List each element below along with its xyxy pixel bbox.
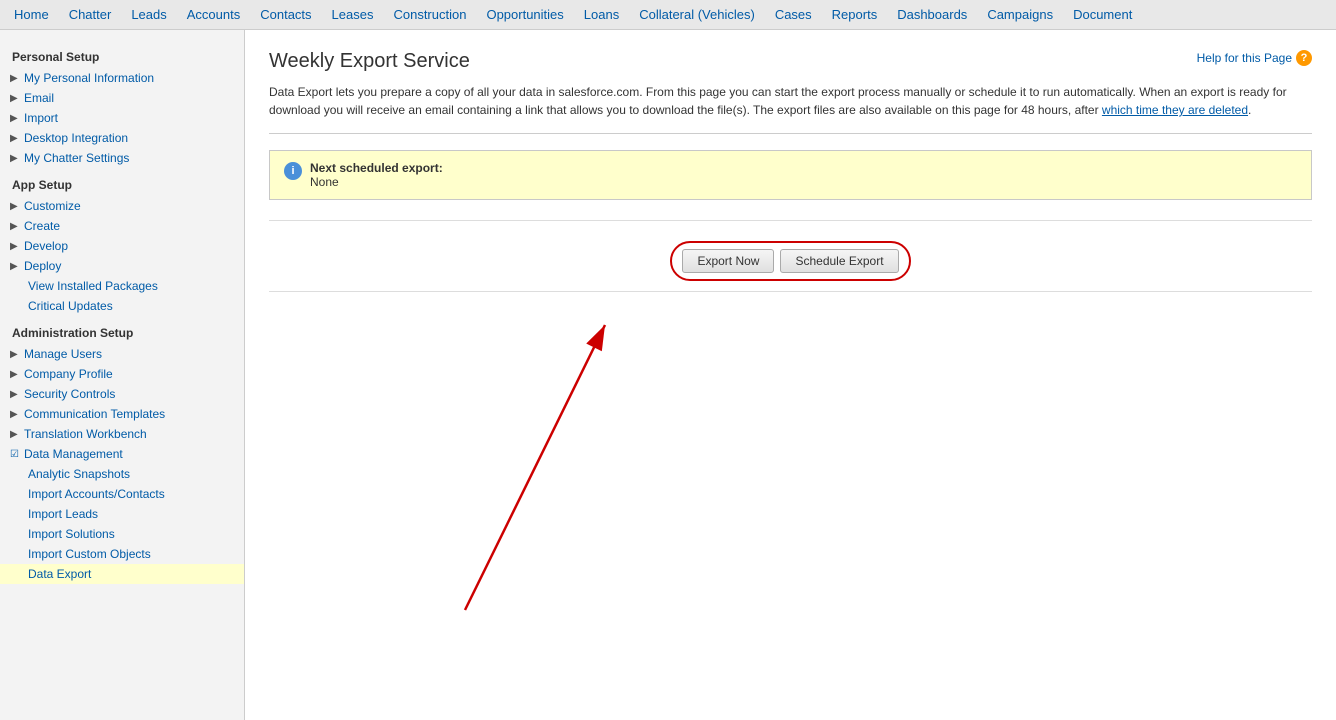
expand-arrow: ▶: [10, 349, 24, 360]
sidebar-label: Email: [24, 91, 54, 105]
content-area: Weekly Export Service Help for this Page…: [245, 30, 1336, 720]
expand-arrow: ▶: [10, 241, 24, 252]
nav-item-accounts[interactable]: Accounts: [177, 3, 250, 26]
sidebar-label: Develop: [24, 239, 68, 253]
button-area: Export Now Schedule Export: [269, 220, 1312, 292]
sidebar-section-personal-setup: Personal Setup: [0, 40, 244, 68]
sub-item-label: Import Leads: [28, 507, 98, 521]
sidebar-item-email[interactable]: ▶Email: [0, 88, 244, 108]
help-link[interactable]: Help for this Page ?: [1197, 50, 1312, 66]
expand-arrow: ▶: [10, 201, 24, 212]
nav-item-home[interactable]: Home: [4, 3, 59, 26]
sidebar-section-administration-setup: Administration Setup: [0, 316, 244, 344]
sidebar-item-data-management[interactable]: ☑Data Management: [0, 444, 244, 464]
sidebar-item-view-installed-packages[interactable]: View Installed Packages: [0, 276, 244, 296]
nav-item-chatter[interactable]: Chatter: [59, 3, 122, 26]
expand-arrow: ☑: [10, 449, 24, 460]
description-text: Data Export lets you prepare a copy of a…: [269, 83, 1312, 134]
expand-arrow: ▶: [10, 369, 24, 380]
info-label: Next scheduled export:: [310, 161, 443, 175]
nav-item-leads[interactable]: Leads: [121, 3, 176, 26]
info-text: Next scheduled export: None: [310, 161, 443, 189]
expand-arrow: ▶: [10, 221, 24, 232]
sidebar-item-my-chatter-settings[interactable]: ▶My Chatter Settings: [0, 148, 244, 168]
top-navigation: HomeChatterLeadsAccountsContactsLeasesCo…: [0, 0, 1336, 30]
sidebar-label: Data Management: [24, 447, 123, 461]
sidebar-label: View Installed Packages: [28, 279, 158, 293]
content-header: Weekly Export Service Help for this Page…: [269, 50, 1312, 73]
help-link-text: Help for this Page: [1197, 51, 1292, 65]
sidebar-item-create[interactable]: ▶Create: [0, 216, 244, 236]
sidebar-label: Deploy: [24, 259, 61, 273]
sidebar: Personal Setup▶My Personal Information▶E…: [0, 30, 245, 720]
sidebar-item-communication-templates[interactable]: ▶Communication Templates: [0, 404, 244, 424]
sidebar-item-deploy[interactable]: ▶Deploy: [0, 256, 244, 276]
sidebar-sub-item-data-export[interactable]: Data Export: [0, 564, 244, 584]
nav-item-contacts[interactable]: Contacts: [250, 3, 321, 26]
sidebar-label: Critical Updates: [28, 299, 113, 313]
expand-arrow: ▶: [10, 409, 24, 420]
nav-item-cases[interactable]: Cases: [765, 3, 822, 26]
action-buttons-container: Export Now Schedule Export: [670, 241, 910, 281]
sidebar-label: Translation Workbench: [24, 427, 147, 441]
sidebar-label: Manage Users: [24, 347, 102, 361]
info-icon: i: [284, 162, 302, 180]
sub-item-label: Data Export: [28, 567, 91, 581]
sidebar-label: Desktop Integration: [24, 131, 128, 145]
sidebar-item-my-personal-information[interactable]: ▶My Personal Information: [0, 68, 244, 88]
sub-item-label: Import Accounts/Contacts: [28, 487, 165, 501]
expand-arrow: ▶: [10, 133, 24, 144]
expand-arrow: ▶: [10, 153, 24, 164]
sidebar-sub-item-import-leads[interactable]: Import Leads: [0, 504, 244, 524]
expand-arrow: ▶: [10, 113, 24, 124]
sidebar-sub-item-analytic-snapshots[interactable]: Analytic Snapshots: [0, 464, 244, 484]
description-link[interactable]: which time they are deleted: [1102, 103, 1248, 117]
nav-item-leases[interactable]: Leases: [322, 3, 384, 26]
sidebar-sub-item-import-custom-objects[interactable]: Import Custom Objects: [0, 544, 244, 564]
page-title: Weekly Export Service: [269, 50, 470, 73]
sidebar-item-desktop-integration[interactable]: ▶Desktop Integration: [0, 128, 244, 148]
help-icon: ?: [1296, 50, 1312, 66]
sidebar-label: Import: [24, 111, 58, 125]
nav-item-document[interactable]: Document: [1063, 3, 1142, 26]
nav-item-campaigns[interactable]: Campaigns: [977, 3, 1063, 26]
nav-item-construction[interactable]: Construction: [383, 3, 476, 26]
expand-arrow: ▶: [10, 73, 24, 84]
expand-arrow: ▶: [10, 389, 24, 400]
sidebar-label: My Chatter Settings: [24, 151, 129, 165]
sidebar-label: Company Profile: [24, 367, 113, 381]
sidebar-sub-item-import-accountscontacts[interactable]: Import Accounts/Contacts: [0, 484, 244, 504]
info-value: None: [310, 175, 339, 189]
expand-arrow: ▶: [10, 429, 24, 440]
sub-item-label: Import Custom Objects: [28, 547, 151, 561]
sidebar-label: Security Controls: [24, 387, 115, 401]
sidebar-item-security-controls[interactable]: ▶Security Controls: [0, 384, 244, 404]
sidebar-item-critical-updates[interactable]: Critical Updates: [0, 296, 244, 316]
nav-item-dashboards[interactable]: Dashboards: [887, 3, 977, 26]
sidebar-item-import[interactable]: ▶Import: [0, 108, 244, 128]
main-layout: Personal Setup▶My Personal Information▶E…: [0, 30, 1336, 720]
nav-item-reports[interactable]: Reports: [822, 3, 888, 26]
sidebar-sub-item-import-solutions[interactable]: Import Solutions: [0, 524, 244, 544]
sidebar-label: Customize: [24, 199, 81, 213]
sidebar-section-app-setup: App Setup: [0, 168, 244, 196]
sidebar-item-company-profile[interactable]: ▶Company Profile: [0, 364, 244, 384]
expand-arrow: ▶: [10, 93, 24, 104]
nav-item-collateral-vehicles[interactable]: Collateral (Vehicles): [629, 3, 765, 26]
sidebar-label: Create: [24, 219, 60, 233]
export-now-button[interactable]: Export Now: [682, 249, 774, 273]
sidebar-item-customize[interactable]: ▶Customize: [0, 196, 244, 216]
sub-item-label: Import Solutions: [28, 527, 115, 541]
sub-item-label: Analytic Snapshots: [28, 467, 130, 481]
info-box: i Next scheduled export: None: [269, 150, 1312, 200]
sidebar-label: My Personal Information: [24, 71, 154, 85]
sidebar-item-develop[interactable]: ▶Develop: [0, 236, 244, 256]
nav-item-loans[interactable]: Loans: [574, 3, 629, 26]
sidebar-item-translation-workbench[interactable]: ▶Translation Workbench: [0, 424, 244, 444]
expand-arrow: ▶: [10, 261, 24, 272]
sidebar-label: Communication Templates: [24, 407, 165, 421]
nav-item-opportunities[interactable]: Opportunities: [476, 3, 573, 26]
sidebar-item-manage-users[interactable]: ▶Manage Users: [0, 344, 244, 364]
schedule-export-button[interactable]: Schedule Export: [780, 249, 898, 273]
